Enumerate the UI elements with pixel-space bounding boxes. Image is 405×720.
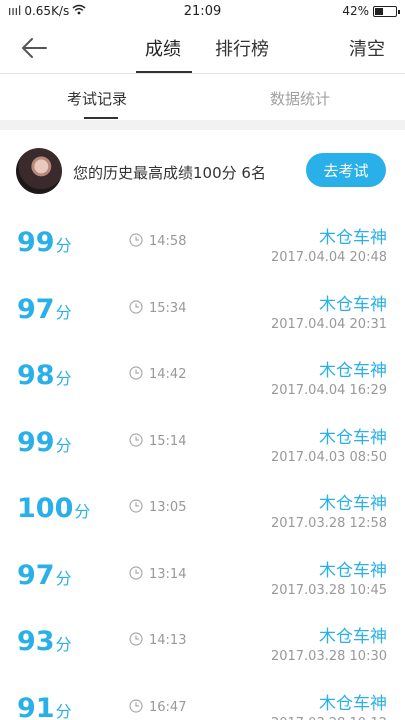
battery-icon — [373, 5, 400, 17]
battery-percent: 42% — [342, 4, 369, 18]
score-value: 97 — [17, 293, 55, 325]
score: 97分 — [17, 559, 72, 594]
clock-icon — [129, 499, 143, 513]
battery-fill — [375, 7, 384, 15]
score-value: 91 — [17, 692, 55, 720]
best-score-row: 您的历史最高成绩100分 6名 去考试 — [0, 142, 405, 198]
score-value: 93 — [17, 626, 55, 657]
score-value: 100 — [17, 493, 74, 524]
score-unit: 分 — [55, 302, 72, 322]
list-item[interactable]: 97分 13:14 木仓车神 2017.03.28 10:45 — [0, 533, 405, 600]
exam-datetime: 2017.04.04 16:29 — [270, 383, 387, 398]
exam-duration: 15:14 — [149, 433, 187, 449]
score-value: 99 — [17, 227, 55, 258]
score-value: 97 — [17, 559, 55, 591]
exam-source: 木仓车神 — [319, 228, 387, 248]
top-nav: 成绩 排行榜 清空 — [0, 22, 405, 74]
tab-scores[interactable]: 成绩 — [145, 35, 181, 61]
score-unit: 分 — [55, 369, 72, 388]
exam-duration: 14:13 — [149, 633, 187, 648]
avatar[interactable] — [16, 148, 62, 194]
list-item[interactable]: 100分 13:05 木仓车神 2017.03.28 12:58 — [0, 466, 405, 533]
score-unit: 分 — [55, 635, 72, 654]
status-bar: ıııl 0.65K/s 21:09 42% — [0, 0, 405, 22]
score-value: 98 — [17, 360, 55, 391]
back-arrow-icon — [22, 38, 47, 58]
tab-data-stats[interactable]: 数据统计 — [270, 88, 330, 109]
take-exam-button[interactable]: 去考试 — [306, 153, 386, 187]
tab-rankings[interactable]: 排行榜 — [215, 35, 269, 61]
signal-icon: ıııl — [8, 4, 22, 18]
list-item[interactable]: 91分 16:47 木仓车神 2017.03.28 10:12 — [0, 666, 405, 720]
list-item[interactable]: 97分 15:34 木仓车神 2017.04.04 20:31 — [0, 267, 405, 334]
clock-icon — [129, 565, 143, 580]
score-unit: 分 — [55, 236, 72, 255]
exam-datetime: 2017.03.28 10:45 — [270, 582, 387, 598]
exam-source: 木仓车神 — [319, 427, 387, 448]
clock-icon — [129, 632, 143, 646]
exam-source: 木仓车神 — [319, 361, 387, 381]
sub-tabs: 考试记录 数据统计 — [0, 74, 405, 120]
clock-icon — [129, 698, 143, 713]
clock-icon — [129, 233, 143, 247]
exam-datetime: 2017.03.28 10:12 — [271, 716, 387, 720]
score-unit: 分 — [55, 435, 72, 455]
exam-duration: 13:14 — [149, 566, 187, 582]
exam-datetime: 2017.03.28 10:30 — [270, 649, 387, 664]
exam-datetime: 2017.04.04 20:31 — [270, 316, 387, 332]
clear-button[interactable]: 清空 — [349, 35, 385, 61]
score: 91分 — [17, 692, 72, 720]
exam-duration: 13:05 — [149, 500, 187, 515]
exam-datetime: 2017.03.28 12:58 — [270, 516, 387, 531]
exam-duration: 15:34 — [149, 300, 187, 316]
exam-datetime: 2017.04.04 20:48 — [270, 250, 387, 265]
exam-source: 木仓车神 — [319, 693, 387, 714]
tab-exam-records[interactable]: 考试记录 — [67, 88, 127, 109]
sub-tab-indicator — [84, 117, 118, 119]
exam-datetime: 2017.04.03 08:50 — [270, 449, 387, 465]
exam-source: 木仓车神 — [319, 494, 387, 514]
score: 98分 — [17, 361, 72, 394]
best-score-text: 您的历史最高成绩100分 6名 — [73, 164, 266, 182]
list-item[interactable]: 93分 14:13 木仓车神 2017.03.28 10:30 — [0, 599, 405, 666]
exam-duration: 16:47 — [149, 699, 187, 715]
exam-source: 木仓车神 — [319, 627, 387, 647]
exam-source: 木仓车神 — [319, 560, 387, 581]
score-value: 99 — [17, 426, 55, 458]
score-unit: 分 — [74, 502, 91, 521]
exam-duration: 14:58 — [149, 234, 187, 249]
score-unit: 分 — [55, 701, 72, 720]
list-item[interactable]: 99分 14:58 木仓车神 2017.04.04 20:48 — [0, 200, 405, 267]
score: 99分 — [17, 426, 72, 461]
clock-icon — [129, 366, 143, 380]
score: 100分 — [17, 494, 90, 527]
score-unit: 分 — [55, 568, 72, 588]
clock-icon — [129, 299, 143, 314]
list-item[interactable]: 98分 14:42 木仓车神 2017.04.04 16:29 — [0, 333, 405, 400]
status-right: 42% — [342, 4, 400, 18]
divider — [0, 120, 405, 130]
active-tab-indicator — [136, 71, 192, 73]
exam-source: 木仓车神 — [319, 294, 387, 315]
records-list: 99分 14:58 木仓车神 2017.04.04 20:48 97分 15:34 木仓车神… — [0, 200, 405, 720]
score: 97分 — [17, 293, 72, 328]
score: 99分 — [17, 228, 72, 261]
exam-duration: 14:42 — [149, 367, 187, 382]
clock-icon — [129, 432, 143, 447]
list-item[interactable]: 99分 15:14 木仓车神 2017.04.03 08:50 — [0, 400, 405, 467]
network-speed: 0.65K/s — [24, 4, 70, 18]
back-button[interactable] — [20, 34, 50, 62]
score: 93分 — [17, 627, 72, 660]
wifi-icon — [72, 4, 86, 18]
status-left: ıııl 0.65K/s — [8, 4, 86, 18]
